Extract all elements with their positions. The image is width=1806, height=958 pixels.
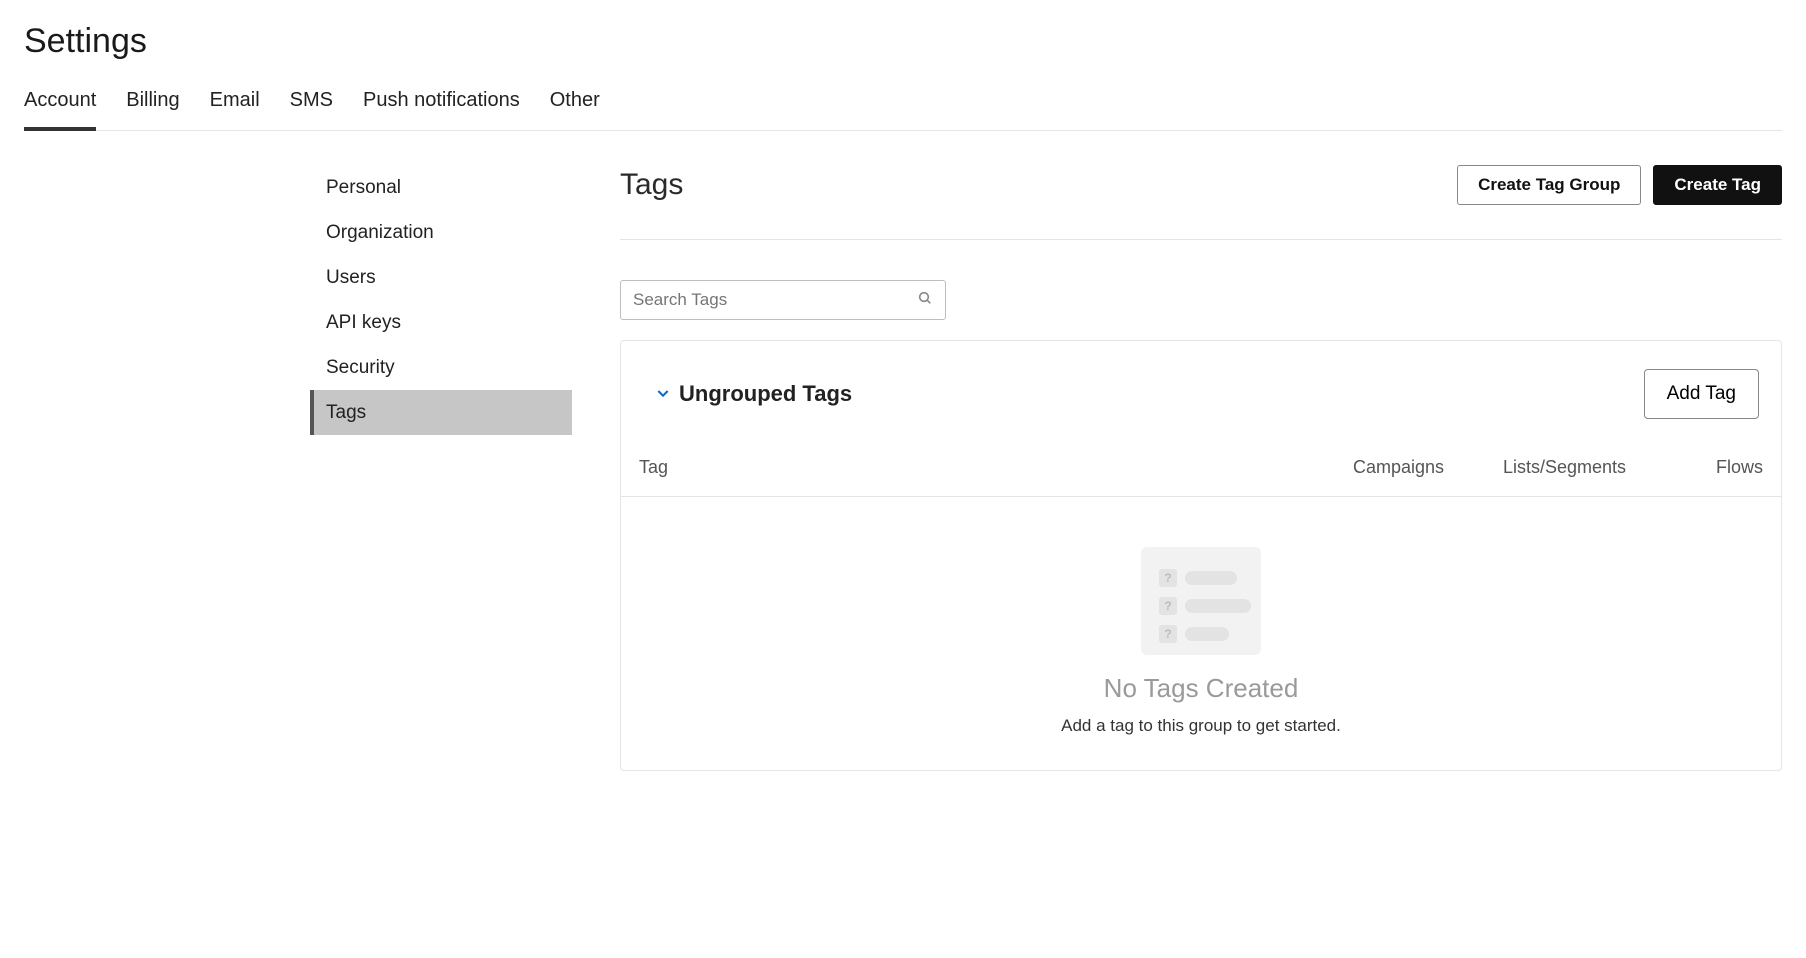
create-tag-group-button[interactable]: Create Tag Group — [1457, 165, 1641, 205]
page-title: Settings — [24, 0, 1782, 89]
tab-email[interactable]: Email — [210, 89, 260, 130]
sidebar-item-users[interactable]: Users — [310, 255, 572, 300]
settings-top-tabs: Account Billing Email SMS Push notificat… — [24, 89, 1782, 131]
create-tag-button[interactable]: Create Tag — [1653, 165, 1782, 205]
empty-subtitle: Add a tag to this group to get started. — [641, 716, 1761, 736]
search-icon — [917, 290, 933, 311]
col-flows: Flows — [1683, 457, 1763, 478]
tag-table-header: Tag Campaigns Lists/Segments Flows — [621, 431, 1781, 497]
tab-billing[interactable]: Billing — [126, 89, 179, 130]
settings-sidebar: Personal Organization Users API keys Sec… — [310, 165, 572, 771]
sidebar-item-personal[interactable]: Personal — [310, 165, 572, 210]
col-lists-segments: Lists/Segments — [1503, 457, 1683, 478]
col-tag: Tag — [639, 457, 1353, 478]
sidebar-item-api-keys[interactable]: API keys — [310, 300, 572, 345]
tab-other[interactable]: Other — [550, 89, 600, 130]
tab-push-notifications[interactable]: Push notifications — [363, 89, 520, 130]
col-campaigns: Campaigns — [1353, 457, 1503, 478]
empty-title: No Tags Created — [641, 673, 1761, 704]
search-input[interactable] — [633, 290, 917, 310]
tab-sms[interactable]: SMS — [290, 89, 333, 130]
search-tags-field[interactable] — [620, 280, 946, 320]
sidebar-item-security[interactable]: Security — [310, 345, 572, 390]
empty-state: ? ? ? No Tags Created Add a tag to this … — [621, 497, 1781, 770]
add-tag-button[interactable]: Add Tag — [1644, 369, 1759, 419]
tag-group-card: Ungrouped Tags Add Tag Tag Campaigns Lis… — [620, 340, 1782, 771]
empty-illustration-icon: ? ? ? — [1141, 547, 1261, 655]
group-title: Ungrouped Tags — [679, 381, 852, 407]
section-title: Tags — [620, 168, 683, 202]
group-toggle[interactable]: Ungrouped Tags — [655, 381, 852, 407]
chevron-down-icon — [655, 385, 671, 406]
sidebar-item-organization[interactable]: Organization — [310, 210, 572, 255]
sidebar-item-tags[interactable]: Tags — [310, 390, 572, 435]
tab-account[interactable]: Account — [24, 89, 96, 130]
